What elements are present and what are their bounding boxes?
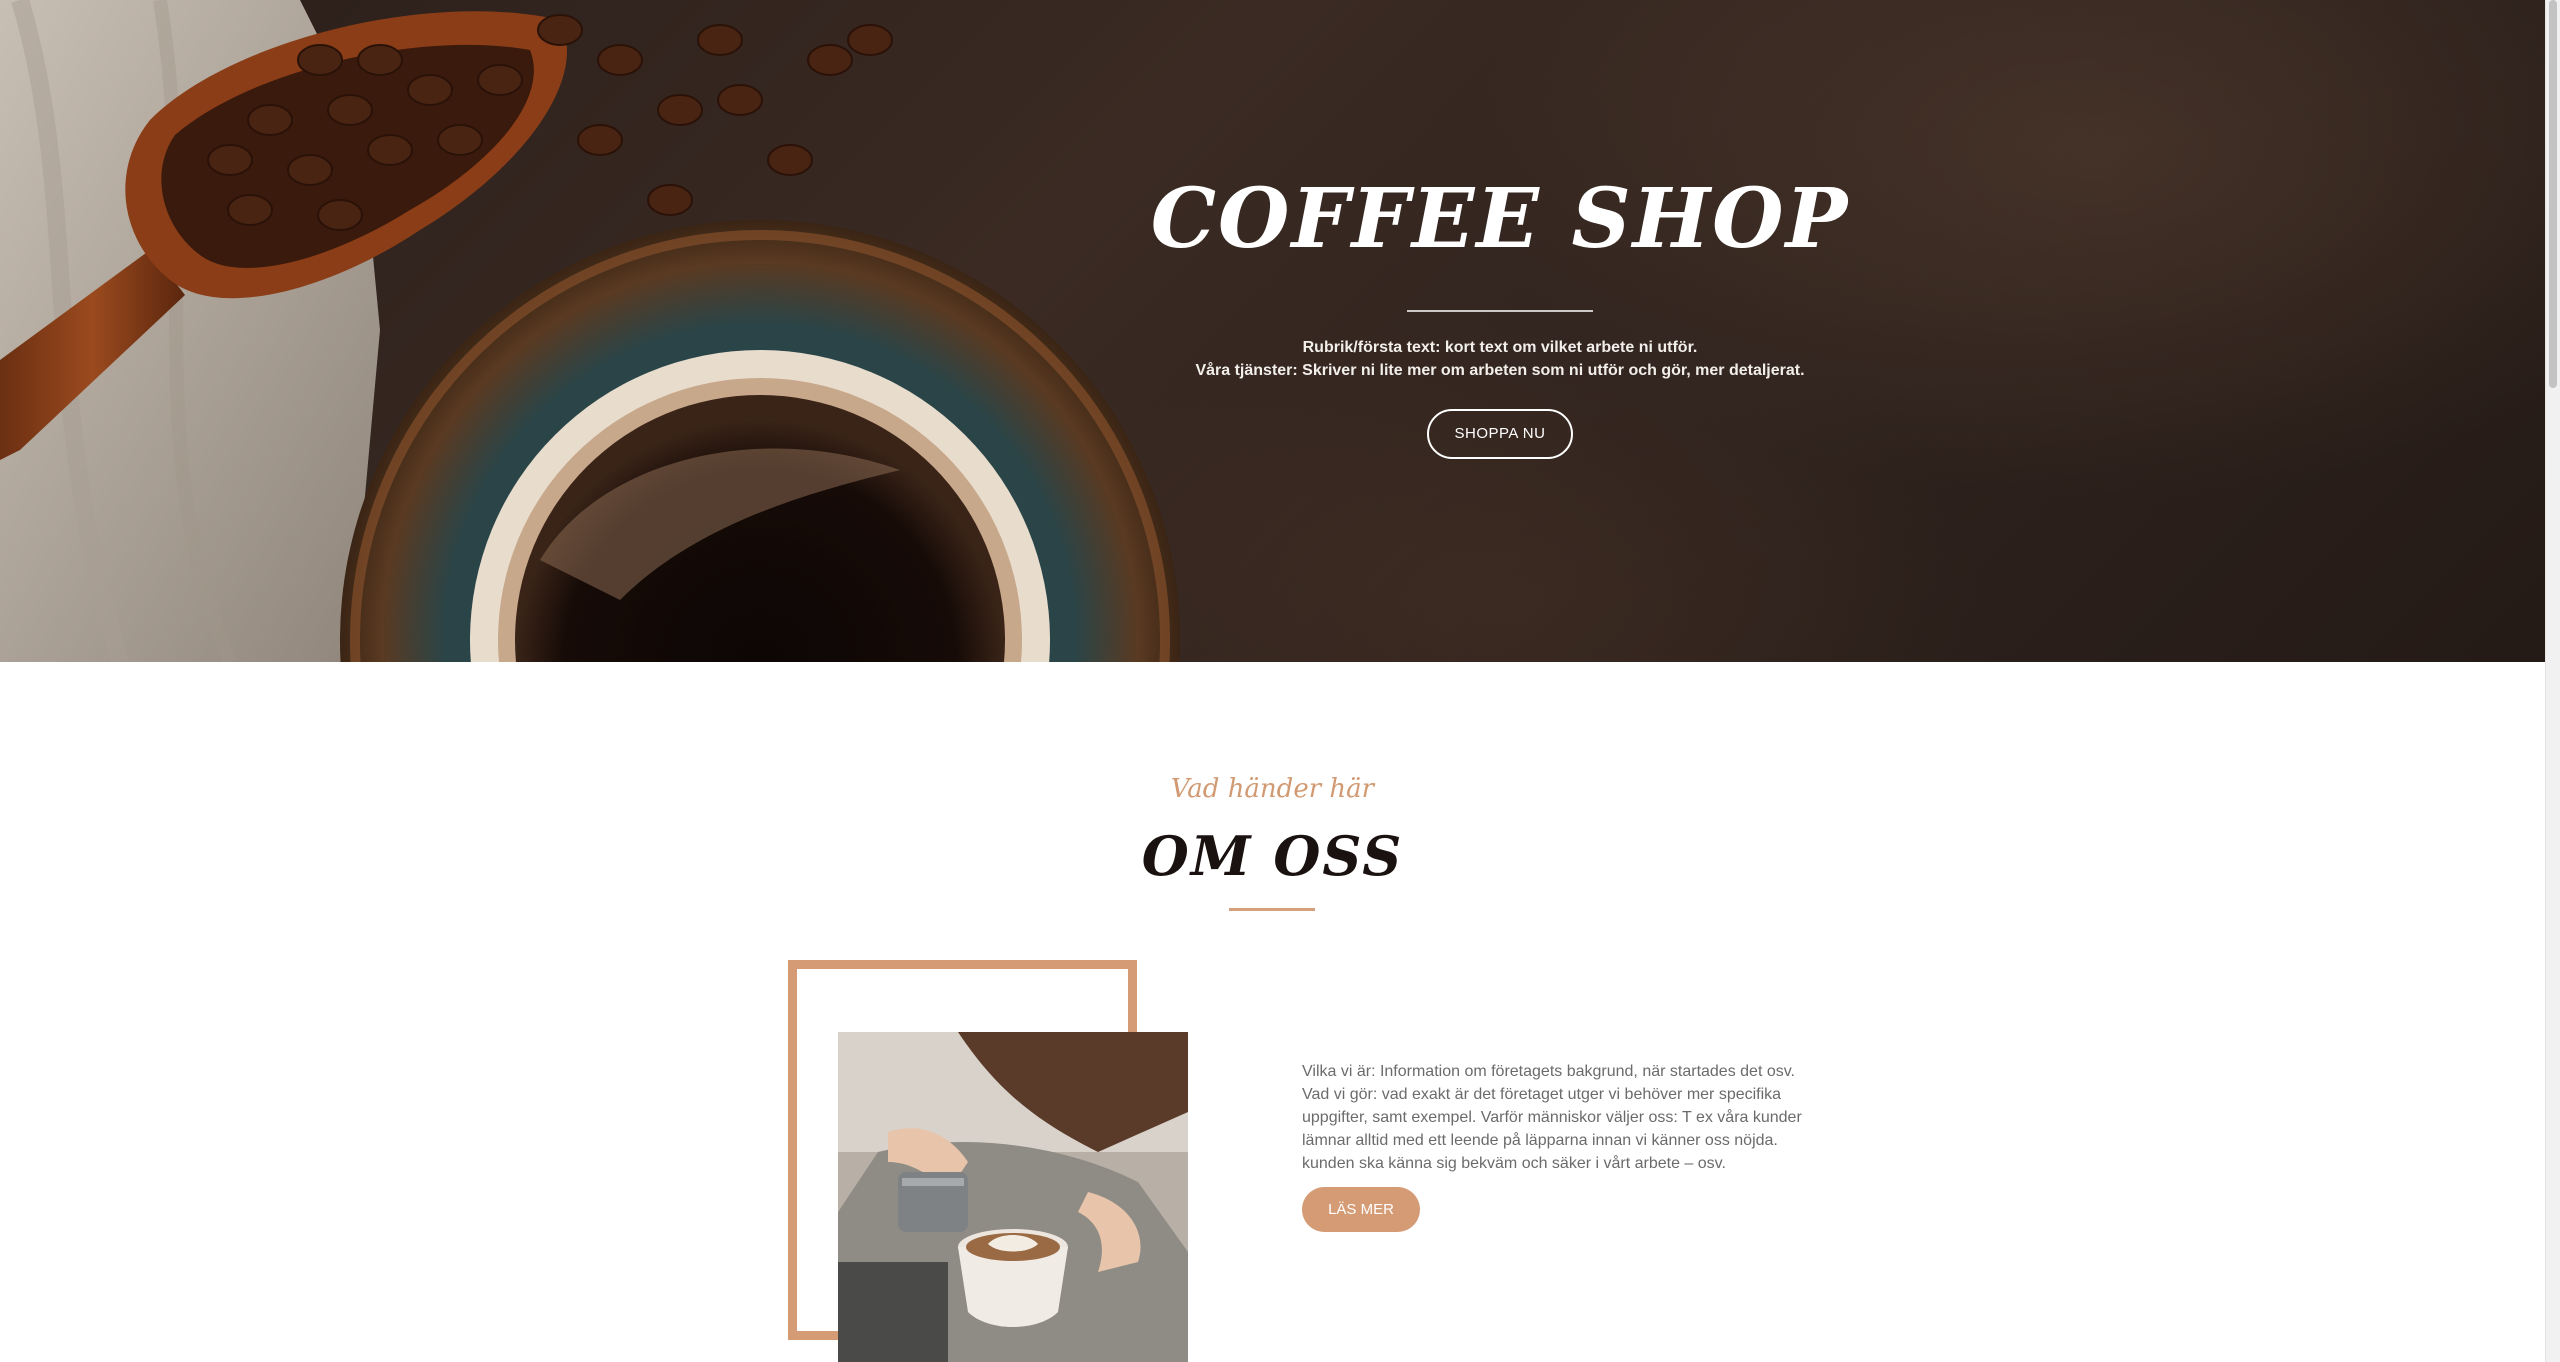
hero-tagline-1: Rubrik/första text: kort text om vilket … (1302, 339, 1698, 357)
read-more-button[interactable]: LÄS MER (1302, 1187, 1420, 1232)
hero-tagline-2: Våra tjänster: Skriver ni lite mer om ar… (1195, 362, 1805, 380)
hero-section: COFFEE SHOP Rubrik/första text: kort tex… (0, 0, 2545, 662)
about-title: OM OSS (1141, 824, 1404, 888)
about-paragraph: Vilka vi är: Information om företagets b… (1302, 1063, 1802, 1172)
about-divider (1229, 908, 1315, 911)
barista-latte-art-photo (838, 1032, 1188, 1362)
shop-now-button[interactable]: SHOPPA NU (1426, 409, 1574, 460)
coffee-cup-and-beans-photo (0, 0, 1180, 662)
about-kicker: Vad händer här (1170, 774, 1375, 804)
page-scrollbar[interactable] (2545, 0, 2560, 1362)
hero-divider (1407, 310, 1593, 313)
hero-content: COFFEE SHOP Rubrik/första text: kort tex… (1100, 170, 1900, 460)
scrollbar-thumb[interactable] (2549, 0, 2557, 388)
hero-title: COFFEE SHOP (1150, 171, 1850, 267)
